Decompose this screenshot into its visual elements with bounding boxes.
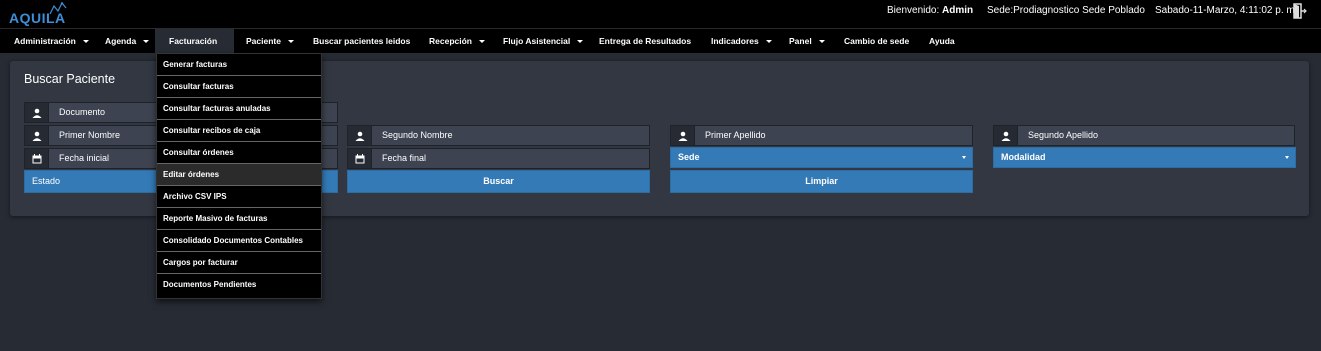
nav-paciente[interactable]: Paciente	[246, 29, 294, 54]
modalidad-select[interactable]: Modalidad	[993, 147, 1296, 168]
logo-star-icon	[49, 2, 67, 15]
nav-label: Entrega de Resultados	[599, 36, 692, 46]
nav-label: Facturación	[169, 36, 218, 46]
nav-indicadores[interactable]: Indicadores	[711, 29, 772, 54]
nav-buscar-pacientes-leidos[interactable]: Buscar pacientes leidos	[313, 29, 410, 54]
nav-label: Cambio de sede	[844, 36, 910, 46]
user-icon	[25, 126, 49, 145]
nav-label: Agenda	[105, 36, 137, 46]
segundo-apellido-field[interactable]: Segundo Apellido	[993, 125, 1295, 146]
calendar-icon	[348, 149, 372, 168]
main-nav: Administración Agenda Facturación Pacien…	[0, 28, 1321, 54]
nav-facturacion[interactable]: Facturación	[155, 29, 234, 54]
menu-item-consultar-ordenes[interactable]: Consultar órdenes	[157, 142, 321, 164]
caret-down-icon	[818, 40, 825, 44]
nav-label: Administración	[14, 36, 76, 46]
calendar-icon	[25, 149, 49, 168]
datetime-text: Sabado-11-Marzo, 4:11:02 p. m.	[1155, 5, 1298, 16]
caret-down-icon	[82, 40, 89, 44]
primer-apellido-placeholder: Primer Apellido	[705, 130, 766, 140]
caret-down-icon	[287, 40, 294, 44]
primer-nombre-placeholder: Primer Nombre	[59, 130, 121, 140]
menu-item-archivo-csv-ips[interactable]: Archivo CSV IPS	[157, 186, 321, 208]
menu-item-consultar-facturas[interactable]: Consultar facturas	[157, 76, 321, 98]
nav-agenda[interactable]: Agenda	[105, 29, 150, 54]
segundo-apellido-placeholder: Segundo Apellido	[1028, 130, 1099, 140]
menu-item-editar-ordenes[interactable]: Editar órdenes	[157, 164, 321, 186]
nav-ayuda[interactable]: Ayuda	[929, 29, 955, 54]
user-name: Admin	[942, 5, 974, 16]
segundo-nombre-field[interactable]: Segundo Nombre	[347, 125, 650, 146]
user-icon	[25, 103, 49, 122]
user-icon	[671, 126, 695, 145]
caret-down-icon	[765, 40, 772, 44]
sede-select-value: Sede	[678, 152, 700, 162]
estado-select-value: Estado	[32, 176, 61, 186]
primer-apellido-field[interactable]: Primer Apellido	[670, 125, 973, 146]
caret-down-icon	[962, 156, 966, 159]
welcome-label: Bienvenido:	[887, 5, 940, 16]
top-header: AQUILA Bienvenido: Admin Sede:Prodiagnos…	[0, 0, 1321, 28]
menu-item-cargos-por-facturar[interactable]: Cargos por facturar	[157, 252, 321, 274]
nav-label: Indicadores	[711, 36, 759, 46]
documento-placeholder: Documento	[59, 107, 106, 117]
menu-item-generar-facturas[interactable]: Generar facturas	[157, 54, 321, 76]
buscar-button[interactable]: Buscar	[347, 170, 650, 193]
sede-text: Sede:Prodiagnostico Sede Poblado	[987, 5, 1145, 16]
modalidad-select-value: Modalidad	[1001, 152, 1046, 162]
facturacion-dropdown-menu: Generar facturas Consultar facturas Cons…	[156, 53, 322, 299]
panel-title: Buscar Paciente	[24, 72, 116, 86]
user-icon	[348, 126, 372, 145]
fecha-final-field[interactable]: Fecha final	[347, 148, 650, 169]
nav-administracion[interactable]: Administración	[14, 29, 89, 54]
menu-item-consultar-recibos-caja[interactable]: Consultar recibos de caja	[157, 120, 321, 142]
menu-item-consolidado-documentos-contables[interactable]: Consolidado Documentos Contables	[157, 230, 321, 252]
caret-down-icon	[143, 40, 150, 44]
sede-select[interactable]: Sede	[670, 147, 973, 168]
nav-label: Flujo Asistencial	[503, 36, 571, 46]
user-icon	[994, 126, 1018, 145]
menu-item-consultar-facturas-anuladas[interactable]: Consultar facturas anuladas	[157, 98, 321, 120]
segundo-nombre-placeholder: Segundo Nombre	[382, 130, 453, 140]
welcome-text: Bienvenido: Admin	[887, 5, 973, 16]
nav-recepcion[interactable]: Recepción	[429, 29, 485, 54]
nav-cambio-sede[interactable]: Cambio de sede	[844, 29, 909, 54]
exit-door-icon[interactable]	[1293, 3, 1307, 19]
fecha-final-placeholder: Fecha final	[382, 153, 427, 163]
nav-label: Ayuda	[929, 36, 955, 46]
fecha-inicial-placeholder: Fecha inicial	[59, 153, 110, 163]
menu-item-documentos-pendientes[interactable]: Documentos Pendientes	[157, 274, 321, 296]
caret-down-icon	[479, 40, 485, 44]
nav-label: Buscar pacientes leidos	[313, 36, 411, 46]
caret-down-icon	[1285, 156, 1289, 159]
nav-label: Paciente	[246, 36, 281, 46]
limpiar-button[interactable]: Limpiar	[670, 170, 973, 193]
nav-flujo-asistencial[interactable]: Flujo Asistencial	[503, 29, 584, 54]
caret-down-icon	[577, 40, 584, 44]
menu-item-reporte-masivo-facturas[interactable]: Reporte Masivo de facturas	[157, 208, 321, 230]
nav-label: Recepción	[429, 36, 472, 46]
nav-panel[interactable]: Panel	[789, 29, 825, 54]
nav-label: Panel	[789, 36, 812, 46]
nav-entrega-resultados[interactable]: Entrega de Resultados	[599, 29, 691, 54]
